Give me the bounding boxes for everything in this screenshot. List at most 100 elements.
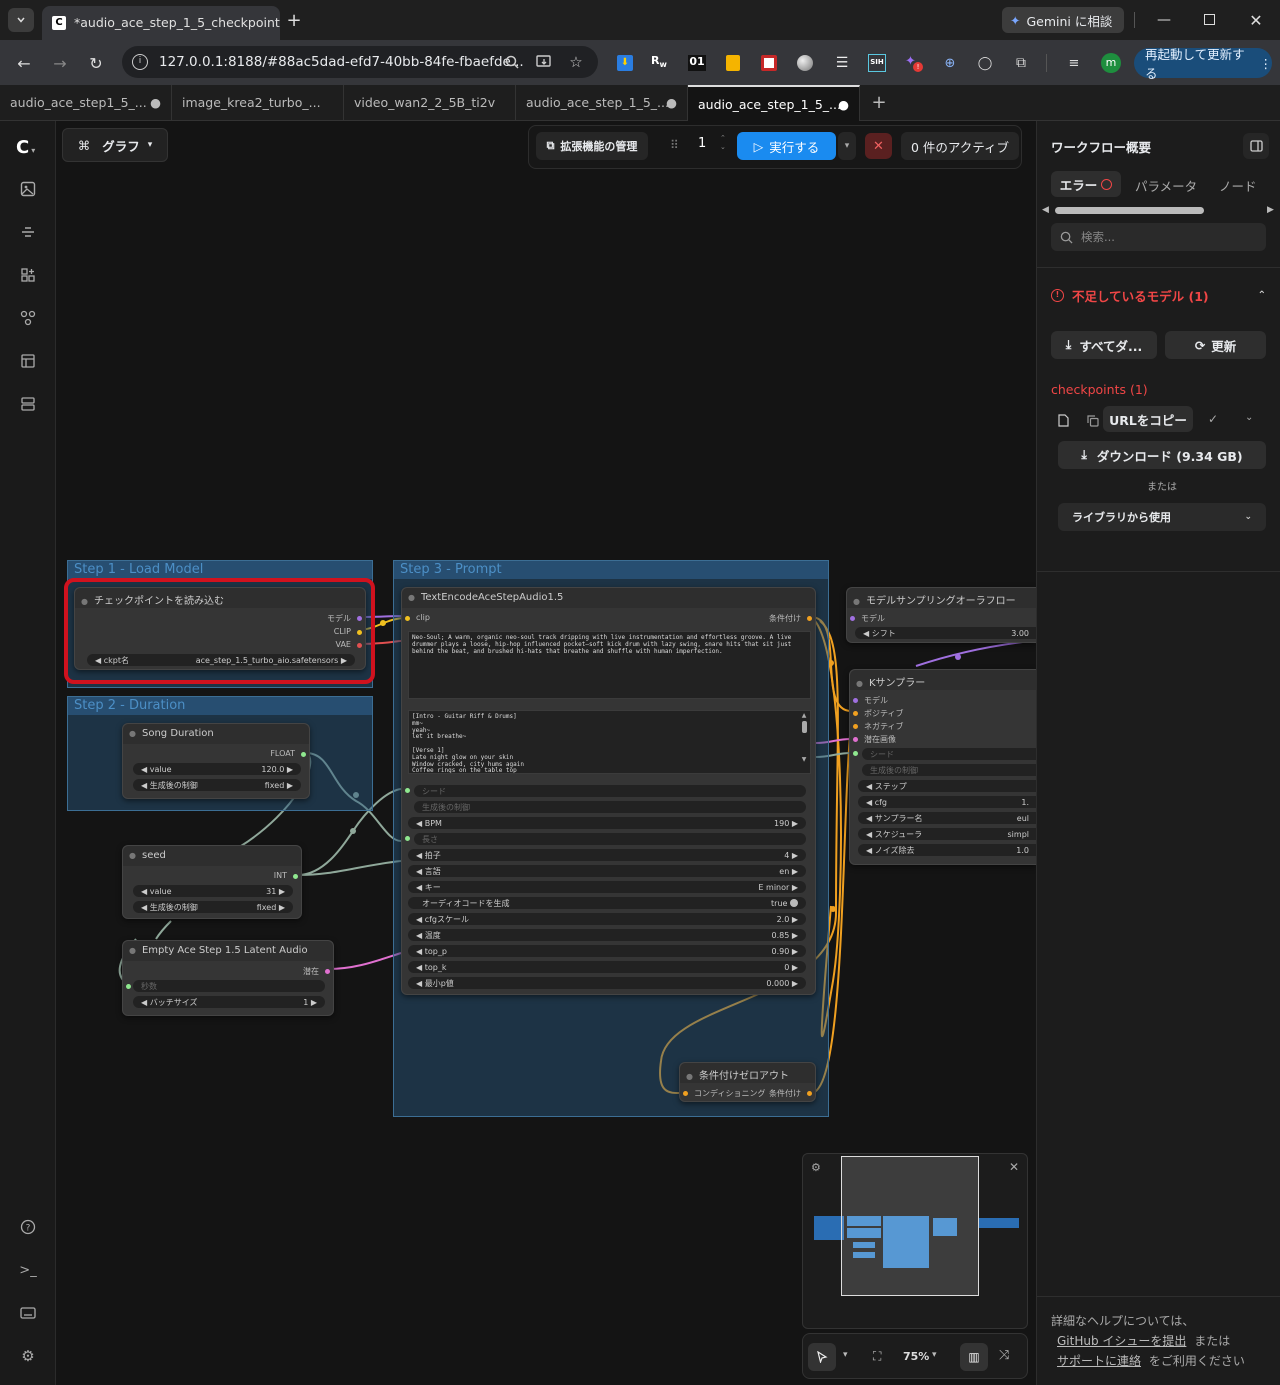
tab-nodes[interactable]: ノード [1219, 176, 1257, 195]
node-library-icon[interactable] [18, 265, 38, 285]
output-socket-conditioning[interactable] [807, 616, 812, 621]
input-socket-seconds[interactable] [126, 984, 131, 989]
templates-icon[interactable] [18, 351, 38, 371]
temperature-input[interactable]: ◀ 温度 0.85 ▶ [408, 929, 806, 941]
input-socket-model[interactable] [853, 698, 858, 703]
input-socket-seed[interactable] [853, 751, 858, 756]
lyrics-textarea[interactable]: [Intro - Guitar Riff & Drums] mm~ yeah~ … [408, 710, 811, 774]
language-combo[interactable]: ◀ 言語 en ▶ [408, 865, 806, 877]
use-from-library-dropdown[interactable]: ライブラリから使用 ⌄ [1058, 503, 1266, 531]
node-conditioning-zero-out[interactable]: 条件付けゼロアウト コンディショニング 条件付け [679, 1062, 816, 1102]
output-socket-float[interactable] [301, 752, 306, 757]
denoise-input[interactable]: ◀ ノイズ除去 1.0 [858, 844, 1037, 856]
tab-search-button[interactable] [8, 8, 34, 32]
min-p-input[interactable]: ◀ 最小p値 0.000 ▶ [408, 977, 806, 989]
shift-input[interactable]: ◀ シフト 3.00 [855, 627, 1037, 639]
new-tab-button[interactable]: + [284, 10, 304, 31]
tab-errors[interactable]: エラー [1051, 171, 1121, 197]
keyboard-icon[interactable] [18, 1303, 38, 1323]
bookmark-star-icon[interactable]: ☆ [566, 52, 586, 72]
cfg-scale-input[interactable]: ◀ cfgスケール 2.0 ▶ [408, 913, 806, 925]
missing-models-header[interactable]: ! 不足しているモデル (1) ⌃ [1051, 285, 1266, 305]
input-socket-negative[interactable] [853, 724, 858, 729]
bpm-input[interactable]: ◀ BPM 190 ▶ [408, 817, 806, 829]
workflow-tab[interactable]: audio_ace_step1_5_... ● [0, 85, 172, 121]
panel-toggle-button[interactable] [1243, 133, 1269, 159]
refresh-button[interactable]: ⟳ 更新 [1165, 331, 1266, 359]
support-link[interactable]: サポートに連絡 [1057, 1354, 1141, 1368]
reload-icon[interactable]: ↻ [86, 53, 106, 73]
node-model-sampling-auraflow[interactable]: モデルサンプリングオーラフロー モデル ◀ シフト3.00 [846, 587, 1037, 643]
output-socket-conditioning[interactable] [807, 1091, 812, 1096]
input-socket-positive[interactable] [853, 711, 858, 716]
extension-database-icon[interactable]: ☰ [833, 54, 851, 72]
settings-gear-icon[interactable]: ⚙ [18, 1346, 38, 1366]
gemini-button[interactable]: ✦ Gemini に相談 [1002, 7, 1124, 33]
minimap-viewport[interactable] [841, 1156, 979, 1296]
node-ksampler[interactable]: Kサンプラー モデル ポジティブ ネガティブ 潜在画像 シード 生成後の制御 ◀… [849, 669, 1037, 865]
maximize-button[interactable] [1204, 14, 1215, 25]
node-seed[interactable]: seed INT ◀ value31 ▶ ◀ 生成後の制御fixed ▶ [122, 845, 302, 919]
models-icon[interactable] [18, 222, 38, 242]
keyscale-combo[interactable]: ◀ キー E minor ▶ [408, 881, 806, 893]
close-window-button[interactable]: ✕ [1246, 10, 1266, 30]
sampler-name-combo[interactable]: ◀ サンプラー名 eul [858, 812, 1037, 824]
chevron-down-icon[interactable]: ▾ [843, 1350, 848, 1360]
input-socket-duration[interactable] [405, 836, 410, 841]
top-k-input[interactable]: ◀ top_k 0 ▶ [408, 961, 806, 973]
forward-arrow-icon[interactable]: → [50, 53, 70, 73]
comfy-logo-menu[interactable]: C ▾ [16, 137, 35, 158]
duration-widget[interactable]: 長さ [414, 833, 806, 845]
back-arrow-icon[interactable]: ← [14, 53, 34, 73]
minimap-toggle-button[interactable]: ▥ [960, 1343, 988, 1371]
duration-value-input[interactable]: ◀ value 120.0 ▶ [133, 763, 301, 775]
restart-update-button[interactable]: 再起動して更新する ⋮ [1134, 47, 1272, 81]
control-widget[interactable]: 生成後の制御 [414, 801, 806, 813]
install-app-icon[interactable] [534, 52, 554, 72]
minimize-button[interactable]: — [1152, 10, 1176, 30]
site-info-icon[interactable]: i [132, 54, 148, 70]
profile-avatar[interactable]: m [1101, 53, 1121, 73]
scheduler-combo[interactable]: ◀ スケジューラ simpl [858, 828, 1037, 840]
control-widget[interactable]: 生成後の制御 [862, 764, 1037, 776]
extension-keep-icon[interactable] [726, 55, 740, 71]
extension-sih-icon[interactable]: SIH [868, 54, 886, 72]
zoom-level[interactable]: 75% [903, 1350, 929, 1363]
link-visibility-icon[interactable]: ⤨ [999, 1348, 1009, 1363]
github-issue-link[interactable]: GitHub イシューを提出 [1057, 1334, 1186, 1348]
seed-widget[interactable]: シード [862, 748, 1037, 760]
lyrics-scrollbar[interactable]: ▲ ▼ [800, 712, 808, 772]
seed-control-combo[interactable]: ◀ 生成後の制御 fixed ▶ [133, 901, 293, 913]
seed-value-input[interactable]: ◀ value 31 ▶ [133, 885, 293, 897]
extension-sphere-icon[interactable] [797, 55, 813, 71]
scroll-right-icon[interactable]: ▶ [1267, 205, 1274, 215]
input-socket-conditioning[interactable] [683, 1091, 688, 1096]
reading-list-icon[interactable]: ≡ [1065, 54, 1083, 72]
seconds-widget[interactable]: 秒数 [133, 980, 325, 992]
batch-size-input[interactable]: ◀ バッチサイズ 1 ▶ [133, 996, 325, 1008]
output-socket-int[interactable] [293, 874, 298, 879]
workflow-tab-active[interactable]: audio_ace_step_1_5_... ● [688, 85, 860, 121]
steps-input[interactable]: ◀ ステップ [858, 780, 1037, 792]
extension-chat-icon[interactable]: ◯ [976, 54, 994, 72]
input-socket-seed[interactable] [405, 788, 410, 793]
browser-tab-active[interactable]: C *audio_ace_step_1_5_checkpoint [42, 6, 280, 40]
check-icon[interactable]: ✓ [1208, 412, 1218, 426]
search-box[interactable]: 検索... [1051, 223, 1266, 251]
extension-01-icon[interactable]: 01 [688, 55, 706, 71]
generate-audio-codes-toggle[interactable]: オーディオコードを生成 true [408, 897, 806, 909]
seed-widget[interactable]: シード [414, 785, 806, 797]
help-icon[interactable]: ? [18, 1217, 38, 1237]
chevron-down-icon[interactable]: ⌄ [1245, 412, 1253, 423]
chevron-down-icon[interactable]: ▾ [932, 1350, 937, 1360]
copy-url-button[interactable]: URLをコピー [1103, 406, 1193, 432]
select-mode-button[interactable] [808, 1343, 836, 1371]
graph-canvas[interactable]: ⌘ グラフ ▾ ⧉ 拡張機能の管理 ⠿ 1 ⌃ ⌄ ▷ 実行する ▾ ✕ 0 件のアクティ… [56, 121, 1037, 1385]
duration-control-combo[interactable]: ◀ 生成後の制御 fixed ▶ [133, 779, 301, 791]
new-workflow-button[interactable]: + [868, 91, 890, 113]
extension-download-icon[interactable]: ⬇ [617, 55, 633, 71]
extension-rw-icon[interactable]: Rw [651, 54, 669, 72]
timesignature-combo[interactable]: ◀ 拍子 4 ▶ [408, 849, 806, 861]
minimap-settings-icon[interactable]: ⚙ [811, 1161, 821, 1174]
minimap-close-icon[interactable]: ✕ [1009, 1160, 1019, 1174]
